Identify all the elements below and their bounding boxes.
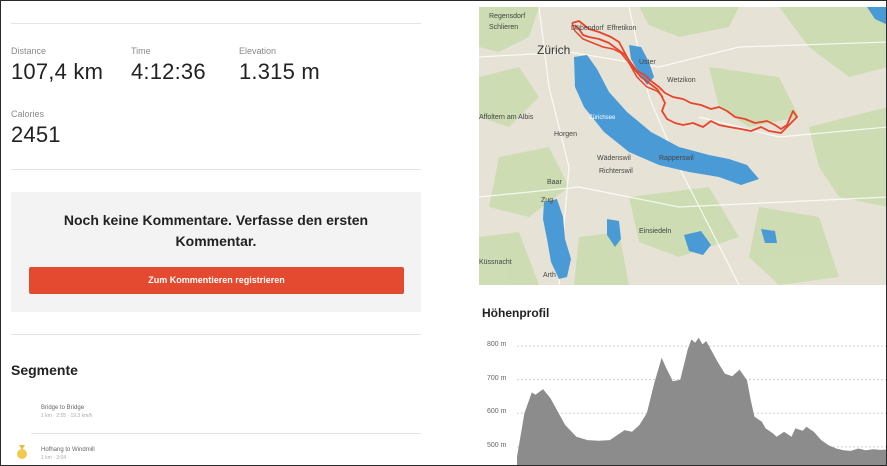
map-label: Wädenswil [597,155,631,162]
divider [11,23,421,24]
comments-empty-box: Noch keine Kommentare. Verfasse den erst… [11,192,421,312]
map-label: Uster [639,59,656,66]
segment-name: Hofhang to Windmill [41,447,95,453]
elevation-chart[interactable]: 800 m 700 m 600 m 500 m [479,336,886,465]
stat-label: Distance [11,46,47,56]
map-label: Küssnacht [479,259,512,266]
segment-name: Bridge to Bridge [41,405,85,411]
stat-label: Time [131,46,151,56]
stat-time: Time 4:12:36 [131,46,206,85]
map-label: Affoltern am Albis [479,114,534,121]
stat-calories: Calories 2451 [11,109,61,148]
map-label: Effretikon [607,25,637,32]
map-label: Rapperswil [659,155,694,162]
segment-meta: 1 km · 2:55 · 19,3 km/h [41,413,93,419]
stat-value: 1.315 m [239,59,320,84]
map-label: Zug [541,197,554,204]
map-label: Richterswil [599,168,633,175]
stat-elevation: Elevation 1.315 m [239,46,320,85]
map-label: Dübendorf [571,25,604,32]
elevation-area-series [517,337,886,465]
map-label: Arth [543,272,556,279]
map-label: Zürichsee [589,115,616,121]
map-and-elevation-panel: Regensdorf Schlieren Dübendorf Effretiko… [479,1,886,465]
activity-details-panel: Distance 107,4 km Time 4:12:36 Elevation… [1,1,431,465]
y-tick-label: 500 m [487,441,507,449]
stat-distance: Distance 107,4 km [11,46,103,85]
segments-title: Segmente [11,362,78,378]
map-label: Einsiedeln [639,228,672,235]
divider [11,334,421,335]
map-label: Regensdorf [489,13,526,20]
map-label: Horgen [554,131,577,138]
divider [31,433,421,434]
y-tick-label: 800 m [487,341,507,349]
map-label: Schlieren [489,24,519,31]
stat-label: Calories [11,109,45,119]
segment-item[interactable]: Hofhang to Windmill 1 km · 3:04 [41,447,95,461]
y-tick-label: 700 m [487,374,507,382]
stat-value: 2451 [11,122,61,147]
divider [11,169,421,170]
stat-value: 107,4 km [11,59,104,84]
y-tick-label: 600 m [487,408,507,416]
map-label: Wetzikon [667,77,696,84]
elevation-profile-title: Höhenprofil [482,306,550,320]
segment-item[interactable]: Bridge to Bridge 1 km · 2:55 · 19,3 km/h [41,405,92,419]
map-label: Baar [547,179,562,186]
activity-page: Distance 107,4 km Time 4:12:36 Elevation… [0,0,887,466]
segment-meta: 1 km · 3:04 [41,455,67,461]
register-to-comment-button[interactable]: Zum Kommentieren registrieren [29,267,404,294]
stat-value: 4:12:36 [131,59,206,84]
elevation-chart-svg [517,337,886,465]
stat-label: Elevation [239,46,277,56]
medal-icon [17,445,27,459]
route-map[interactable]: Regensdorf Schlieren Dübendorf Effretiko… [479,7,886,285]
map-label: Zürich [537,43,571,57]
no-comments-message: Noch keine Kommentare. Verfasse den erst… [63,212,369,249]
